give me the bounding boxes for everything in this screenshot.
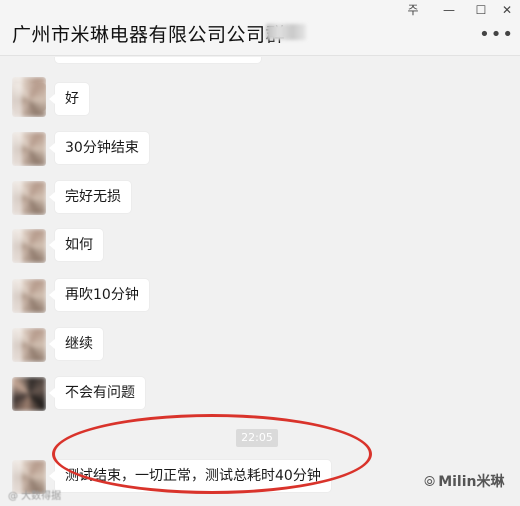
message-row: 30分钟结束 <box>0 132 520 172</box>
message-bubble[interactable]: 如何 <box>49 229 103 261</box>
minimize-icon[interactable]: — <box>438 2 460 18</box>
pin-icon[interactable]: 주 <box>402 2 424 18</box>
blurred-title-suffix <box>266 24 306 40</box>
group-title: 广州市米琳电器有限公司公司群 <box>12 24 286 46</box>
message-bubble[interactable]: 30分钟结束 <box>49 132 149 164</box>
message-bubble[interactable]: 好 <box>49 83 89 115</box>
more-options-icon[interactable]: ••• <box>479 26 514 44</box>
message-row: 再吹10分钟 <box>0 279 520 319</box>
message-bubble[interactable]: 再吹10分钟 <box>49 279 149 311</box>
message-bubble[interactable]: 不会有问题 <box>49 377 145 409</box>
avatar[interactable] <box>12 377 46 411</box>
watermark-left: @ 大数得据 <box>8 491 62 502</box>
watermark-text: Milin米琳 <box>438 474 505 490</box>
message-row: 不会有问题 <box>0 377 520 417</box>
message-row <box>0 57 520 71</box>
message-bubble[interactable]: 继续 <box>49 328 103 360</box>
chat-header: 广州市米琳电器有限公司公司群 주 — ☐ ✕ ••• <box>0 0 520 56</box>
message-bubble[interactable]: 完好无损 <box>49 181 131 213</box>
message-bubble[interactable] <box>55 57 261 63</box>
message-row: 如何 <box>0 229 520 269</box>
message-row: 完好无损 <box>0 181 520 221</box>
avatar[interactable] <box>12 181 46 215</box>
watermark-right: ⦾ Milin米琳 <box>424 471 505 491</box>
wechat-icon: ⦾ <box>424 474 436 490</box>
avatar[interactable] <box>12 132 46 166</box>
avatar[interactable] <box>12 229 46 263</box>
avatar[interactable] <box>12 279 46 313</box>
avatar[interactable] <box>12 83 46 117</box>
highlight-oval <box>52 414 372 494</box>
avatar[interactable] <box>12 328 46 362</box>
message-list[interactable]: 好 30分钟结束 完好无损 如何 再吹10分钟 继续 不会有问题 22:05 测… <box>0 57 520 506</box>
close-icon[interactable]: ✕ <box>496 2 518 18</box>
message-row: 继续 <box>0 328 520 368</box>
maximize-icon[interactable]: ☐ <box>470 2 492 18</box>
message-row: 好 <box>0 83 520 123</box>
